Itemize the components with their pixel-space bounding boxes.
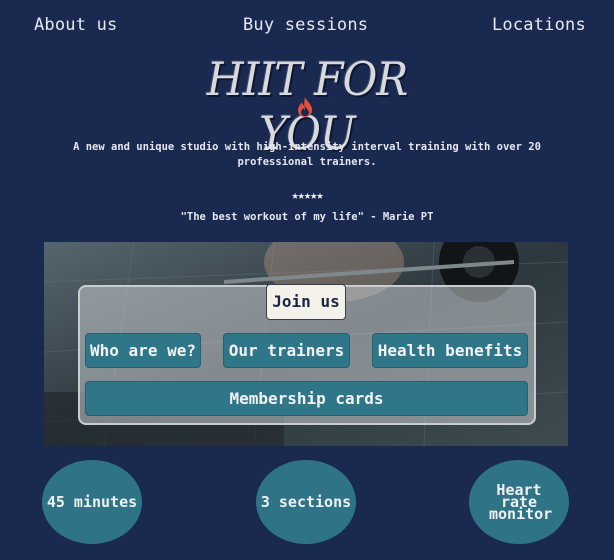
logo[interactable]: HIIT FOR YOU [170,52,440,160]
tagline: A new and unique studio with high-intens… [73,141,541,168]
nav-link-buy-sessions[interactable]: Buy sessions [243,15,368,35]
membership-cards-button[interactable]: Membership cards [85,381,528,416]
testimonial-quote: "The best workout of my life" - Marie PT [180,211,434,223]
feature-duration-label: 45 minutes [46,493,138,511]
feature-heart-rate-label: Heart rate monitor [489,481,553,523]
feature-sections-badge: 3 sections [256,460,356,544]
who-are-we-button[interactable]: Who are we? [85,333,201,368]
nav-link-about[interactable]: About us [34,15,117,35]
health-benefits-button[interactable]: Health benefits [372,333,528,368]
our-trainers-button[interactable]: Our trainers [223,333,350,368]
feature-sections-label: 3 sections [260,493,352,511]
feature-heart-rate-badge: Heart rate monitor [469,460,569,544]
nav-link-locations[interactable]: Locations [492,15,586,35]
feature-duration-badge: 45 minutes [42,460,142,544]
join-us-button[interactable]: Join us [266,284,346,320]
flame-icon [298,97,312,117]
rating-stars: ★★★★★ [291,188,323,202]
